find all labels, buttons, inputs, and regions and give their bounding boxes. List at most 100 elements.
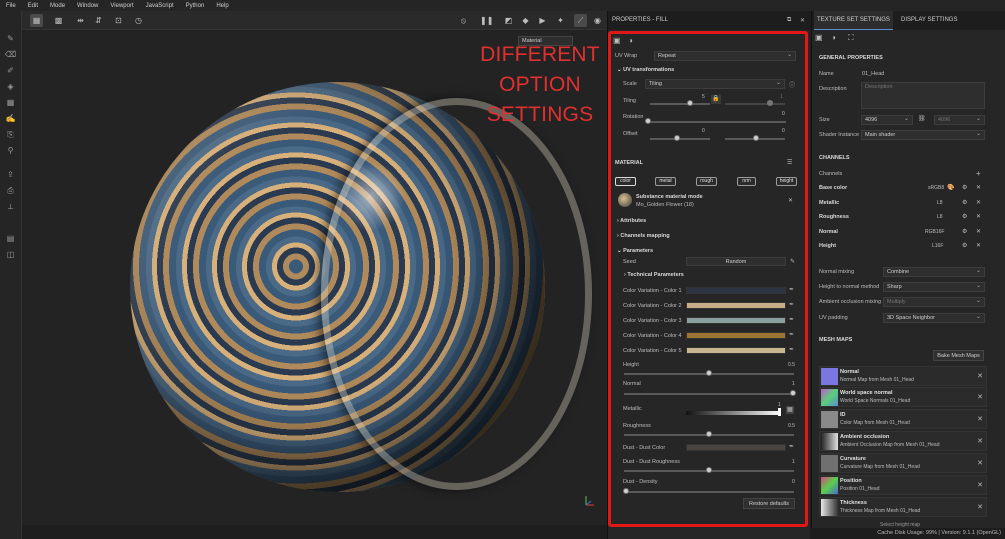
mesh-map-thickness[interactable]: Thickness Thickness Map from Mesh 01_Hea… [819, 497, 987, 517]
menu-python[interactable]: Python [186, 3, 205, 9]
screenshot-icon[interactable]: ◉ [591, 14, 604, 27]
channel-base-color-palette-icon[interactable]: 🎨 [947, 184, 954, 191]
view-mode-icon[interactable]: ◩ [502, 14, 515, 27]
remove-map-icon[interactable]: ✕ [977, 459, 983, 467]
channel-height-settings-icon[interactable]: ⚙ [962, 242, 967, 249]
menu-javascript[interactable]: JavaScript [146, 3, 174, 9]
material-preview-sphere[interactable] [130, 82, 593, 492]
metallic-mode-icon[interactable]: ▦ [786, 406, 794, 414]
channel-base-color-remove-icon[interactable]: ✕ [976, 184, 981, 191]
mirror-y-icon[interactable]: ⇵ [92, 14, 105, 27]
projection-icon[interactable]: ✐ [4, 65, 17, 76]
export-icon[interactable]: ⎙ [4, 185, 17, 196]
channel-roughness-format[interactable]: L8 [937, 214, 943, 220]
remove-map-icon[interactable]: ✕ [977, 393, 983, 401]
size-dropdown[interactable]: 4096 [861, 115, 913, 125]
document-icon[interactable]: ▤ [4, 233, 17, 244]
metallic-gradient-slider[interactable] [686, 411, 781, 415]
normal-slider-track[interactable] [624, 393, 794, 395]
dust-roughness-slider-knob[interactable] [706, 467, 712, 473]
dust-color-swatch[interactable] [686, 444, 786, 451]
offset-slider-1-track[interactable] [650, 138, 710, 140]
normal-mixing-dropdown[interactable]: Combine [883, 267, 985, 277]
tab-display-settings[interactable]: DISPLAY SETTINGS [898, 11, 960, 30]
close-icon[interactable]: ✕ [800, 17, 805, 24]
rotation-slider-track[interactable] [648, 121, 786, 123]
lock-icon[interactable]: 🔒 [711, 95, 721, 104]
ao-mixing-dropdown[interactable]: Multiply [883, 297, 985, 307]
frame-icon[interactable]: ⊡ [112, 14, 125, 27]
uv-wrap-dropdown[interactable]: Repeat [654, 51, 796, 61]
tiling-slider-track[interactable] [650, 103, 710, 105]
uv-padding-dropdown[interactable]: 3D Space Neighbor [883, 313, 985, 323]
dust-density-slider-knob[interactable] [623, 488, 629, 494]
channel-normal[interactable]: Normal [819, 229, 838, 235]
camera-icon[interactable]: ▶ [536, 14, 549, 27]
link-icon[interactable]: ⛓ [918, 115, 926, 122]
color-variation-3-swatch[interactable] [686, 317, 786, 324]
channel-height[interactable]: Height [819, 243, 836, 249]
channel-toggle-rough[interactable]: rough [696, 177, 717, 186]
hide-icon[interactable]: ⦸ [457, 14, 470, 27]
mesh-map-id[interactable]: ID Color Map from Mesh 01_Head ✕ [819, 409, 987, 429]
remove-map-icon[interactable]: ✕ [977, 503, 983, 511]
technical-parameters-section[interactable]: › Technical Parameters [624, 272, 684, 278]
channel-metallic[interactable]: Metallic [819, 200, 839, 206]
mirror-x-icon[interactable]: ⇹ [74, 14, 87, 27]
remove-map-icon[interactable]: ✕ [977, 481, 983, 489]
brush-mode-icon[interactable]: ⟋ [574, 14, 587, 27]
add-channel-icon[interactable]: + [976, 169, 981, 178]
normal-slider-knob[interactable] [790, 390, 796, 396]
paint-brush-icon[interactable]: ✎ [4, 33, 17, 44]
bake-icon[interactable]: ⇪ [4, 169, 17, 180]
parameters-section[interactable]: ⌄ Parameters [617, 248, 653, 254]
channel-base-color-settings-icon[interactable]: ⚙ [962, 184, 967, 191]
color-picker-4-icon[interactable]: ✒ [789, 331, 794, 338]
remove-map-icon[interactable]: ✕ [977, 437, 983, 445]
channel-normal-settings-icon[interactable]: ⚙ [962, 228, 967, 235]
menu-list-icon[interactable]: ☰ [787, 159, 792, 166]
mesh-map-position[interactable]: Position Position 01_Head ✕ [819, 475, 987, 495]
menu-help[interactable]: Help [216, 3, 228, 9]
channel-height-format[interactable]: L16F [932, 243, 943, 249]
tiling-slider-knob[interactable] [687, 100, 693, 106]
float-icon[interactable]: ⧉ [787, 17, 791, 24]
seed-edit-icon[interactable]: ✎ [790, 258, 795, 265]
channel-roughness[interactable]: Roughness [819, 214, 849, 220]
mesh-map-ambient-occlusion[interactable]: Ambient occlusion Ambient Occlusion Map … [819, 431, 987, 451]
channel-roughness-remove-icon[interactable]: ✕ [976, 213, 981, 220]
menu-file[interactable]: File [6, 3, 16, 9]
menu-viewport[interactable]: Viewport [110, 3, 133, 9]
size-dropdown-2[interactable]: 4096 [934, 115, 985, 125]
tiling-slider-2-knob[interactable] [767, 100, 773, 106]
remove-material-icon[interactable]: ✕ [788, 197, 793, 204]
bake-mesh-maps-button[interactable]: Bake Mesh Maps [933, 350, 984, 361]
channels-mapping-section[interactable]: › Channels mapping [617, 233, 670, 239]
menu-window[interactable]: Window [77, 3, 98, 9]
layers-icon[interactable]: ◫ [4, 249, 17, 260]
smudge-icon[interactable]: ✍ [4, 113, 17, 124]
mesh-map-world-space-normal[interactable]: World space normal World Space Normals 0… [819, 387, 987, 407]
channel-toggle-metal[interactable]: metal [655, 177, 676, 186]
grid-3x3-icon[interactable]: ▩ [52, 14, 65, 27]
metallic-slider-knob[interactable] [778, 408, 781, 416]
texture-set-icon[interactable]: ▣ [815, 33, 823, 42]
grid-2x2-icon[interactable]: ▦ [30, 14, 43, 27]
clone-icon[interactable]: ⎘ [4, 129, 17, 140]
light-icon[interactable]: ✦ [554, 14, 567, 27]
channel-toggle-color[interactable]: color [615, 177, 636, 186]
polygon-fill-icon[interactable]: ▦ [4, 97, 17, 108]
offset-slider-2-knob[interactable] [753, 135, 759, 141]
channel-normal-format[interactable]: RGB16F [925, 229, 944, 235]
description-input[interactable]: Description [861, 82, 985, 109]
tab-texture-set-settings[interactable]: TEXTURE SET SETTINGS [814, 11, 893, 30]
remove-map-icon[interactable]: ✕ [977, 372, 983, 380]
uv-transform-header[interactable]: ⌄ UV transformations [617, 67, 674, 73]
pause-icon[interactable]: ❚❚ [480, 14, 493, 27]
attributes-section[interactable]: › Attributes [617, 218, 646, 224]
offset-slider-1-knob[interactable] [674, 135, 680, 141]
dust-density-slider-track[interactable] [624, 491, 794, 493]
shader-instance-dropdown[interactable]: Main shader [861, 130, 985, 140]
cube-icon[interactable]: ◆ [519, 14, 532, 27]
color-picker-3-icon[interactable]: ✒ [789, 316, 794, 323]
